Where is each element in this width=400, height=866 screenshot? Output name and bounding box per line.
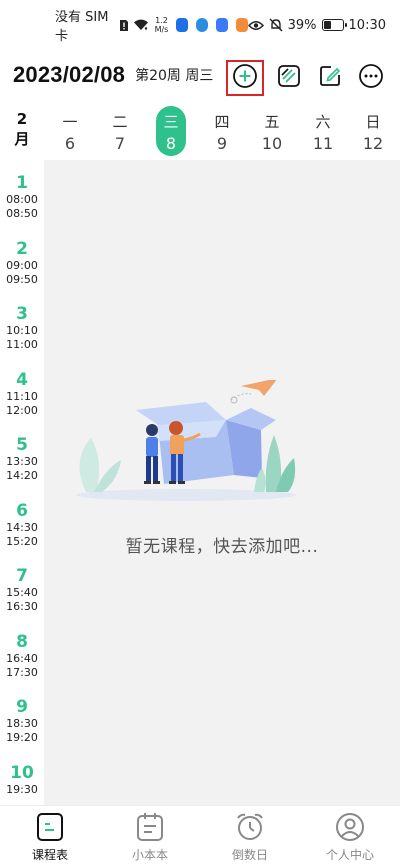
edit-button[interactable]: [310, 58, 350, 98]
nav-notebook[interactable]: 小本本: [100, 806, 200, 866]
period-item: 5 13:30 14:20: [6, 435, 38, 482]
month-label: 2 月: [14, 110, 30, 148]
profile-icon: [300, 810, 400, 844]
day-column-thu[interactable]: 四9: [202, 102, 242, 160]
nav-countdown[interactable]: 倒数日: [200, 806, 300, 866]
clock: 10:30: [348, 17, 386, 33]
carrier-text: 没有 SIM 卡: [55, 10, 109, 44]
nav-label: 小本本: [131, 848, 168, 862]
empty-state-message: 暂无课程，快去添加吧...: [125, 537, 319, 557]
more-button[interactable]: [351, 58, 391, 98]
day-column-mon[interactable]: 一6: [50, 102, 90, 160]
nav-label: 课程表: [31, 848, 68, 862]
period-item: 2 09:00 09:50: [6, 239, 38, 286]
empty-illustration: [66, 378, 306, 509]
add-course-button[interactable]: [226, 60, 264, 96]
bulb-app-icon: [176, 18, 189, 32]
bottom-nav: 课程表 小本本 倒数日 个人中心: [0, 805, 400, 866]
period-item: 9 18:30 19:20: [6, 697, 38, 744]
status-bar: 没有 SIM 卡 1.2 M/s 39% 10:30: [0, 0, 400, 50]
battery-percent: 39%: [287, 17, 317, 33]
edit-icon: [318, 64, 342, 92]
header: 2023/02/08 第20周 周三: [0, 52, 400, 98]
period-item: 7 15:40 16:30: [6, 566, 38, 613]
notebook-icon: [100, 810, 200, 844]
browser-app-icon: [196, 18, 208, 32]
battery-icon: [321, 19, 347, 31]
store-app-icon: [235, 18, 248, 32]
period-item: 10 19:30: [6, 763, 38, 796]
period-column: 1 08:00 08:50 2 09:00 09:50 3 10:10 11:00 4 11:…: [0, 160, 44, 805]
nav-label: 个人中心: [325, 848, 374, 862]
day-column-wed[interactable]: 三8: [151, 102, 191, 160]
period-item: 1 08:00 08:50: [6, 173, 38, 220]
week-header: 2 月 一6 二7 三8 四9 五 10 六 11 日 12: [0, 102, 400, 160]
day-column-tue[interactable]: 二7: [100, 102, 140, 160]
eye-icon: [247, 20, 264, 31]
timetable: 1 08:00 08:50 2 09:00 09:50 3 10:10 11:00 4 11:…: [0, 160, 400, 805]
alarm-clock-icon: [200, 810, 300, 844]
period-item: 8 16:40 17:30: [6, 632, 38, 679]
day-column-sat[interactable]: 六 11: [303, 102, 343, 160]
wifi-icon: [133, 19, 149, 31]
nav-schedule[interactable]: 课程表: [0, 806, 100, 866]
period-item: 4 11:10 12:00: [6, 370, 38, 417]
more-dots-icon: [358, 63, 384, 93]
schedule-icon: [0, 810, 100, 844]
week-info: 第20周 周三: [135, 68, 214, 84]
mute-icon: [269, 18, 283, 32]
day-column-fri[interactable]: 五 10: [252, 102, 292, 160]
search-app-icon: [215, 18, 228, 32]
nav-label: 倒数日: [231, 848, 268, 862]
stripes-icon: [277, 64, 301, 92]
period-item: 6 14:30 15:20: [6, 501, 38, 548]
current-date[interactable]: 2023/02/08: [13, 62, 125, 88]
sim-alert-icon: [119, 19, 129, 32]
nav-profile[interactable]: 个人中心: [300, 806, 400, 866]
theme-button[interactable]: [269, 58, 309, 98]
period-item: 3 10:10 11:00: [6, 304, 38, 351]
plus-circle-icon: [232, 63, 258, 93]
day-column-sun[interactable]: 日 12: [353, 102, 393, 160]
net-speed: 1.2 M/s: [154, 16, 169, 34]
